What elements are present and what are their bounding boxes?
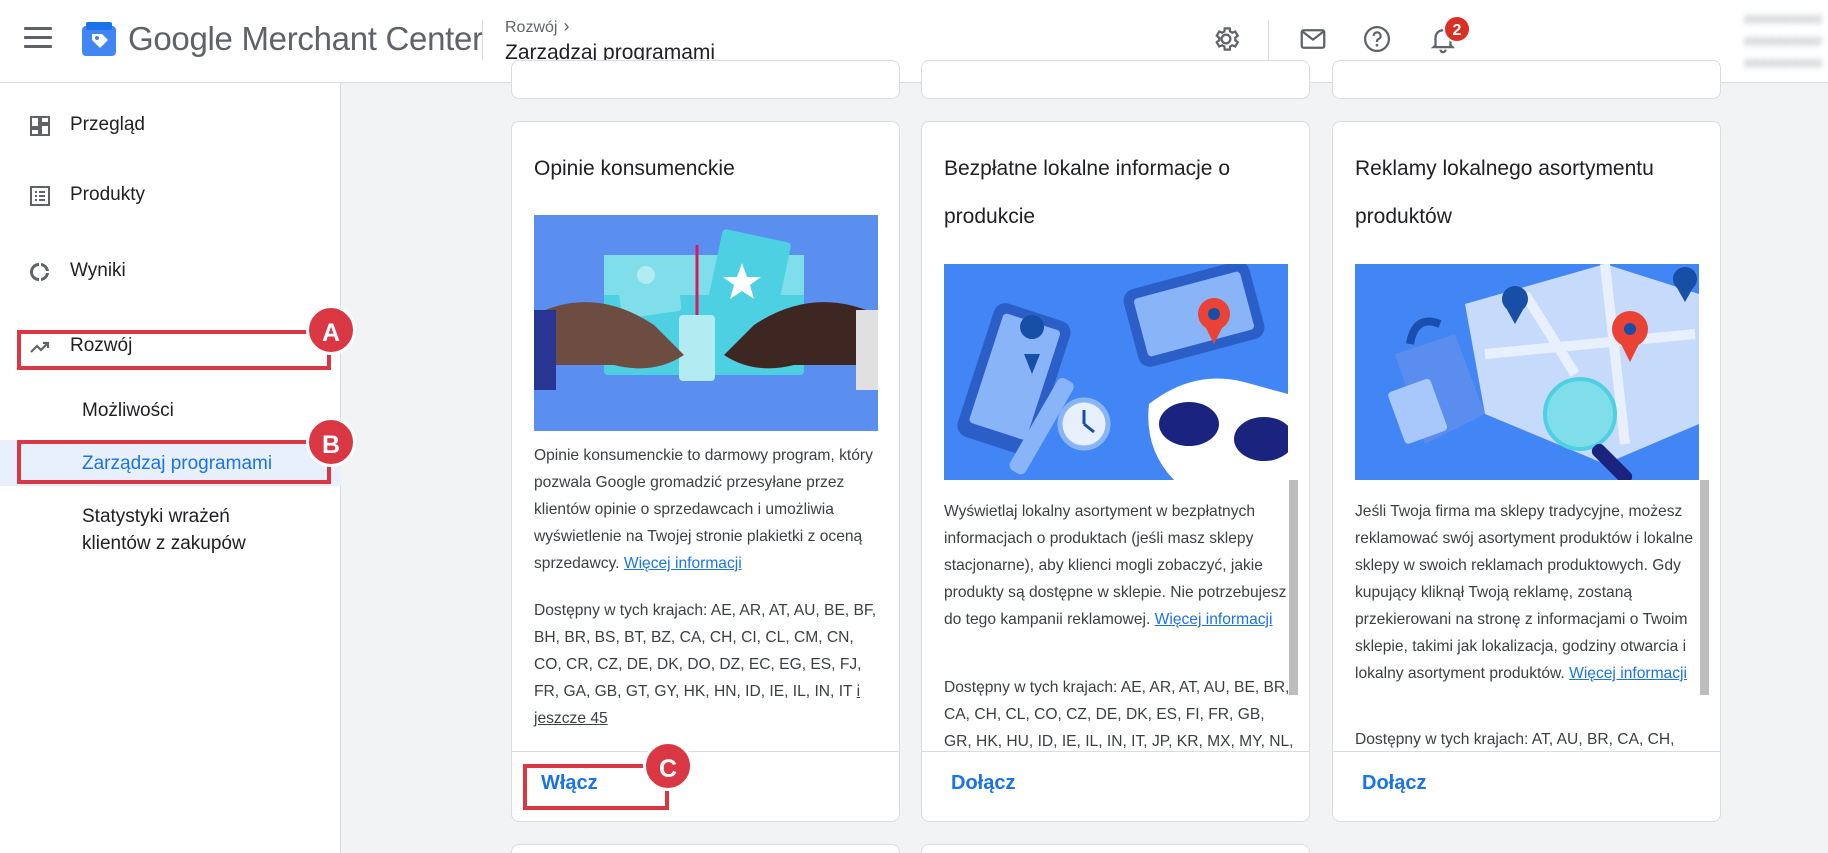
account-line: ########## <box>1744 11 1822 27</box>
program-card-partial <box>921 844 1310 853</box>
customer-reviews-illustration <box>534 215 878 431</box>
learn-more-link[interactable]: Więcej informacji <box>1155 611 1273 628</box>
card-description: Opinie konsumenckie to darmowy program, … <box>534 442 884 577</box>
card-footer: Dołącz <box>922 751 1309 821</box>
join-button[interactable]: Dołącz <box>1362 772 1426 795</box>
card-title: Reklamy lokalnego asortymentu produktów <box>1355 157 1654 228</box>
countries-list: Dostępny w tych krajach: AE, AR, AT, AU,… <box>534 602 877 700</box>
card-scrollbar[interactable] <box>1289 480 1298 695</box>
donut-chart-icon <box>30 263 49 281</box>
sidebar-subitem-opportunities[interactable]: Możliwości <box>82 397 174 424</box>
card-description: Wyświetlaj lokalny asortyment w bezpłatn… <box>944 498 1294 633</box>
callout-badge-c: C <box>643 741 693 791</box>
learn-more-link[interactable]: Więcej informacji <box>1569 665 1687 682</box>
callout-box-a <box>17 330 331 370</box>
sidebar-item-label: Produkty <box>70 184 145 205</box>
program-card-customer-reviews: Opinie konsumenckie Opinie konsumenckie … <box>511 121 900 822</box>
sidebar-subitem-shopping-experience[interactable]: Statystyki wrażeń klientów z zakupów <box>82 503 282 557</box>
callout-badge-a: A <box>306 305 356 355</box>
program-card-free-local-listings: Bezpłatne lokalne informacje o produkcie… <box>921 121 1310 822</box>
sidebar-item-products[interactable]: Produkty <box>0 173 341 217</box>
callout-box-b <box>17 440 331 484</box>
card-scrollbar[interactable] <box>1700 480 1709 695</box>
program-card-partial <box>511 60 900 99</box>
program-card-partial <box>921 60 1310 99</box>
join-button[interactable]: Dołącz <box>951 772 1015 795</box>
learn-more-link[interactable]: Więcej informacji <box>624 555 742 572</box>
card-footer: Dołącz <box>1333 751 1720 821</box>
program-card-partial <box>1332 60 1721 99</box>
list-icon <box>30 186 50 206</box>
notification-count-badge: 2 <box>1443 15 1471 43</box>
account-info[interactable]: ########## ########## ########## <box>1744 8 1822 74</box>
free-local-listings-illustration <box>944 264 1288 480</box>
chevron-right-icon: › <box>563 16 570 36</box>
breadcrumb[interactable]: Rozwój › <box>505 16 569 37</box>
card-countries: Dostępny w tych krajach: AE, AR, AT, AU,… <box>534 597 884 732</box>
breadcrumb-label[interactable]: Rozwój <box>505 19 557 36</box>
local-inventory-ads-illustration <box>1355 264 1699 480</box>
card-countries: Dostępny w tych krajach: AT, AU, BR, CA,… <box>1355 731 1675 748</box>
sidebar-item-results[interactable]: Wyniki <box>0 249 341 293</box>
help-icon[interactable] <box>1362 24 1392 54</box>
card-countries: Dostępny w tych krajach: AE, AR, AT, AU,… <box>944 679 1294 750</box>
card-description-text: Wyświetlaj lokalny asortyment w bezpłatn… <box>944 503 1287 628</box>
app-name: Google Merchant Center <box>128 20 483 57</box>
mail-icon[interactable] <box>1298 24 1328 54</box>
sidebar-item-overview[interactable]: Przegląd <box>0 103 341 147</box>
card-title: Opinie konsumenckie <box>534 157 735 180</box>
settings-gear-icon[interactable] <box>1211 24 1241 54</box>
account-line: ########## <box>1744 55 1822 71</box>
card-description-text: Jeśli Twoja firma ma sklepy tradycyjne, … <box>1355 503 1694 682</box>
card-description-text: Opinie konsumenckie to darmowy program, … <box>534 447 873 572</box>
header-divider <box>482 20 483 60</box>
menu-icon[interactable] <box>24 27 52 49</box>
merchant-center-logo-icon <box>82 22 116 56</box>
card-description: Jeśli Twoja firma ma sklepy tradycyjne, … <box>1355 498 1705 687</box>
account-line: ########## <box>1744 33 1822 49</box>
sidebar-item-label: Wyniki <box>70 260 126 281</box>
card-title: Bezpłatne lokalne informacje o produkcie <box>944 157 1231 228</box>
dashboard-icon <box>30 116 50 136</box>
program-card-local-inventory-ads: Reklamy lokalnego asortymentu produktów … <box>1332 121 1721 822</box>
callout-badge-b: B <box>306 417 356 467</box>
program-card-partial <box>511 844 900 853</box>
sidebar-item-label: Przegląd <box>70 114 145 135</box>
header-divider-2 <box>1268 20 1269 62</box>
